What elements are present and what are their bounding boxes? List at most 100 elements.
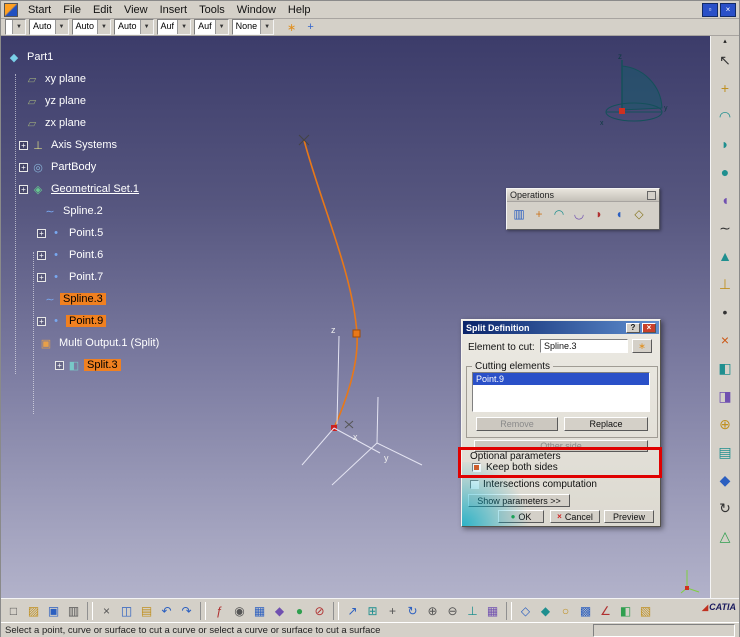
projection-icon[interactable]: • bbox=[714, 298, 736, 326]
zoom-in-icon[interactable]: ⊕ bbox=[423, 601, 442, 620]
cursor-icon[interactable]: ↖ bbox=[714, 46, 736, 74]
measure-icon[interactable]: ∠ bbox=[596, 601, 615, 620]
expand-plus-icon[interactable]: + bbox=[55, 360, 64, 370]
toolbar-scroll-arrow[interactable]: ▴ bbox=[723, 37, 727, 46]
tree-item[interactable]: + ∼ Spline.3 bbox=[5, 288, 255, 310]
tree-item[interactable]: + ◈ Geometrical Set.1 bbox=[5, 178, 255, 200]
palette-close-icon[interactable] bbox=[647, 190, 656, 200]
graphic-properties-wizard-icon[interactable]: ∗ bbox=[283, 20, 300, 35]
expand-plus-icon[interactable]: + bbox=[37, 272, 46, 282]
divider[interactable] bbox=[200, 601, 206, 620]
chevron-down-icon[interactable]: ▼ bbox=[139, 20, 153, 34]
join-icon[interactable]: ▥ bbox=[510, 205, 528, 223]
tree-node-label[interactable]: Point.9 bbox=[66, 315, 107, 327]
wireframe-icon[interactable]: ◇ bbox=[516, 601, 535, 620]
tree-item[interactable]: + ◆ Part1 bbox=[5, 46, 255, 68]
property-combo[interactable]: None ▼ bbox=[231, 19, 275, 35]
split-icon[interactable]: ◗ bbox=[590, 205, 608, 223]
expand-plus-icon[interactable]: + bbox=[19, 162, 28, 172]
save-icon[interactable]: ▣ bbox=[44, 601, 63, 620]
fit-all-icon[interactable]: ⊞ bbox=[363, 601, 382, 620]
print-icon[interactable]: ▥ bbox=[64, 601, 83, 620]
tree-node-label[interactable]: zx plane bbox=[42, 117, 89, 129]
tree-node-label[interactable]: Point.7 bbox=[66, 271, 106, 283]
chevron-down-icon[interactable]: ▼ bbox=[12, 20, 25, 34]
curve-smooth-icon[interactable]: ◠ bbox=[550, 205, 568, 223]
property-combo[interactable]: Auf ▼ bbox=[156, 19, 192, 35]
tree-item[interactable]: + ∼ Spline.2 bbox=[5, 200, 255, 222]
expand-plus-icon[interactable]: + bbox=[19, 140, 28, 150]
document-close-icon[interactable]: × bbox=[720, 2, 736, 17]
multi-view-icon[interactable]: ▦ bbox=[483, 601, 502, 620]
tree-node-label[interactable]: Multi Output.1 (Split) bbox=[56, 337, 162, 349]
split-icon[interactable]: ◧ bbox=[714, 354, 736, 382]
shaded-icon[interactable]: ◆ bbox=[536, 601, 555, 620]
rules-icon[interactable]: ⊘ bbox=[310, 601, 329, 620]
scale-icon[interactable]: △ bbox=[714, 522, 736, 550]
paste-icon[interactable]: ▤ bbox=[137, 601, 156, 620]
pan-icon[interactable]: + bbox=[383, 601, 402, 620]
chevron-down-icon[interactable]: ▼ bbox=[260, 20, 274, 34]
intersection-icon[interactable]: × bbox=[714, 326, 736, 354]
operations-titlebar[interactable]: Operations bbox=[507, 189, 659, 202]
tree-node-label[interactable]: Point.6 bbox=[66, 249, 106, 261]
tree-node-label[interactable]: Point.5 bbox=[66, 227, 106, 239]
menu-item[interactable]: Edit bbox=[87, 3, 118, 17]
point-icon[interactable]: + bbox=[714, 74, 736, 102]
cancel-button[interactable]: × Cancel bbox=[550, 510, 600, 523]
expand-plus-icon[interactable]: + bbox=[37, 250, 46, 260]
menu-item[interactable]: Help bbox=[282, 3, 317, 17]
copy-icon[interactable]: ◫ bbox=[117, 601, 136, 620]
menu-item[interactable]: File bbox=[57, 3, 87, 17]
tree-node-label[interactable]: Part1 bbox=[24, 51, 56, 63]
menu-item[interactable]: Window bbox=[231, 3, 282, 17]
open-icon[interactable]: ▨ bbox=[24, 601, 43, 620]
tree-node-label[interactable]: Spline.2 bbox=[60, 205, 106, 217]
property-combo[interactable]: Auf ▼ bbox=[194, 19, 229, 35]
tree-node-label[interactable]: Geometrical Set.1 bbox=[48, 183, 142, 195]
expand-plus-icon[interactable]: + bbox=[37, 316, 46, 326]
extrude-icon[interactable]: ◗ bbox=[714, 130, 736, 158]
chevron-down-icon[interactable]: ▼ bbox=[214, 20, 228, 34]
cutting-element-row[interactable]: Point.9 bbox=[473, 373, 649, 385]
property-combo[interactable]: Auto ▼ bbox=[114, 19, 154, 35]
tree-item[interactable]: + • Point.9 bbox=[5, 310, 255, 332]
catalog-icon[interactable]: ▧ bbox=[636, 601, 655, 620]
element-to-cut-field[interactable]: Spline.3 bbox=[540, 339, 628, 353]
divider[interactable] bbox=[87, 601, 93, 620]
boundary-icon[interactable]: ◇ bbox=[630, 205, 648, 223]
grid-icon[interactable]: ▩ bbox=[576, 601, 595, 620]
tree-item[interactable]: + ▱ yz plane bbox=[5, 90, 255, 112]
menu-item[interactable]: Tools bbox=[193, 3, 231, 17]
redo-icon[interactable]: ↷ bbox=[177, 601, 196, 620]
help-icon[interactable]: ? bbox=[626, 322, 640, 333]
dialog-titlebar[interactable]: Split Definition ? × bbox=[463, 321, 659, 334]
zoom-out-icon[interactable]: ⊖ bbox=[443, 601, 462, 620]
cutting-elements-list[interactable]: Point.9 bbox=[472, 372, 650, 412]
spline-icon[interactable]: ∼ bbox=[714, 214, 736, 242]
plane-icon[interactable]: ⊥ bbox=[714, 270, 736, 298]
formula-icon[interactable]: ƒ bbox=[210, 601, 229, 620]
intersections-checkbox[interactable] bbox=[470, 480, 479, 489]
trim-icon[interactable]: ◨ bbox=[714, 382, 736, 410]
divider[interactable] bbox=[506, 601, 512, 620]
table-icon[interactable]: ▦ bbox=[250, 601, 269, 620]
preview-button[interactable]: Preview bbox=[604, 510, 654, 523]
tree-node-label[interactable]: Split.3 bbox=[84, 359, 121, 371]
normal-view-icon[interactable]: ⊥ bbox=[463, 601, 482, 620]
paint-icon[interactable]: ◧ bbox=[616, 601, 635, 620]
healing-icon[interactable]: + bbox=[530, 205, 548, 223]
tree-item[interactable]: + ▱ zx plane bbox=[5, 112, 255, 134]
expand-plus-icon[interactable]: + bbox=[19, 184, 28, 194]
document-restore-icon[interactable]: ▫ bbox=[702, 2, 718, 17]
tree-node-label[interactable]: xy plane bbox=[42, 73, 89, 85]
divider[interactable] bbox=[333, 601, 339, 620]
menu-item[interactable]: Insert bbox=[154, 3, 194, 17]
close-icon[interactable]: × bbox=[642, 322, 656, 333]
tree-node-label[interactable]: Spline.3 bbox=[60, 293, 106, 305]
chevron-down-icon[interactable]: ▼ bbox=[54, 20, 68, 34]
tree-item[interactable]: + ▱ xy plane bbox=[5, 68, 255, 90]
3d-viewport[interactable]: z x y z y x + ◆ Par bbox=[1, 36, 712, 598]
replace-button[interactable]: Replace bbox=[564, 417, 648, 431]
property-combo[interactable]: ▼ bbox=[5, 19, 26, 35]
